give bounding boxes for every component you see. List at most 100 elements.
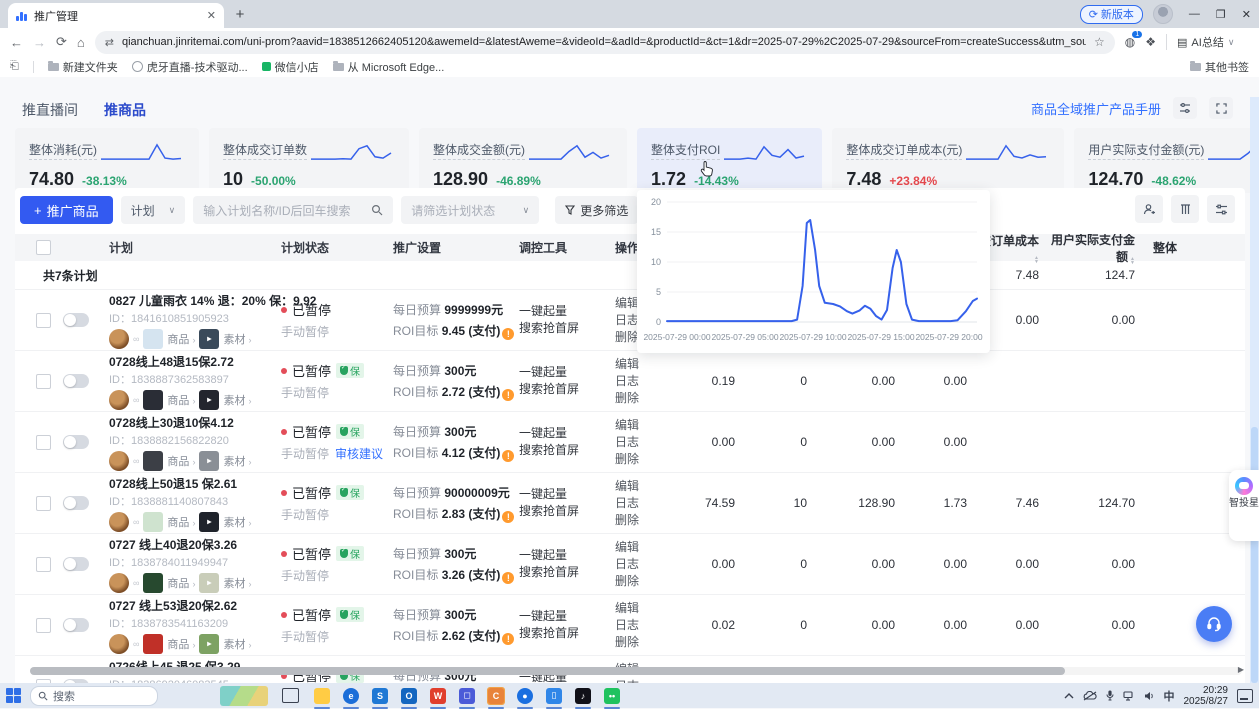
speaker-icon[interactable] (1144, 691, 1155, 701)
material-link[interactable]: 素材 › (223, 453, 251, 469)
plan-title[interactable]: 0728线上50退15 保2.61 (109, 475, 273, 492)
search-top-screen-link[interactable]: 搜索抢首屏 (519, 442, 607, 459)
bookmark-item[interactable]: 新建文件夹 (48, 59, 118, 75)
network-icon[interactable] (1123, 691, 1135, 701)
delete-link[interactable]: 删除 (615, 634, 657, 651)
new-version-badge[interactable]: ⟳新版本 (1080, 5, 1143, 24)
product-link[interactable]: 商品 › (167, 331, 195, 347)
fullscreen-icon[interactable] (1209, 97, 1233, 119)
row-checkbox[interactable] (36, 618, 51, 633)
task-view-icon[interactable] (282, 688, 299, 703)
extensions-puzzle-icon[interactable]: ❖ (1145, 35, 1156, 49)
app-mobile-icon[interactable]: ▯ (545, 687, 563, 705)
product-thumbnail[interactable] (143, 329, 163, 349)
plan-enable-toggle[interactable] (63, 374, 89, 388)
material-link[interactable]: 素材 › (223, 514, 251, 530)
plan-enable-toggle[interactable] (63, 618, 89, 632)
edit-link[interactable]: 编辑 (615, 478, 657, 495)
select-all-checkbox[interactable] (36, 240, 51, 255)
warning-icon[interactable]: ! (502, 511, 514, 523)
product-thumbnail[interactable] (143, 634, 163, 654)
log-link[interactable]: 日志 (615, 434, 657, 451)
settings-sliders-icon[interactable] (1173, 97, 1197, 119)
qianchuan-active-icon[interactable]: C (487, 687, 505, 705)
site-settings-icon[interactable]: ⇄ (105, 36, 114, 49)
material-thumbnail[interactable] (199, 390, 219, 410)
table-config-icon[interactable] (1207, 195, 1235, 223)
ai-summary-button[interactable]: ▤ AI总结 ∨ (1166, 34, 1234, 50)
url-field[interactable]: ⇄ qianchuan.jinritemai.com/uni-prom?aavi… (95, 31, 1115, 54)
other-bookmarks[interactable]: 其他书签 (1190, 59, 1249, 75)
product-link[interactable]: 商品 › (167, 392, 195, 408)
promotion-manual-link[interactable]: 商品全域推广产品手册 (1031, 99, 1161, 118)
wps-icon[interactable]: W (429, 687, 447, 705)
notification-center-icon[interactable] (1237, 689, 1253, 703)
tab-live-room[interactable]: 推直播间 (22, 100, 78, 120)
edit-link[interactable]: 编辑 (615, 356, 657, 373)
browser-tab[interactable]: 推广管理 ✕ (8, 3, 224, 28)
one-click-boost-link[interactable]: 一键起量 (519, 486, 607, 503)
row-checkbox[interactable] (36, 557, 51, 572)
log-link[interactable]: 日志 (615, 495, 657, 512)
material-thumbnail[interactable] (199, 512, 219, 532)
column-settings-icon[interactable] (1171, 195, 1199, 223)
file-explorer-icon[interactable] (313, 687, 331, 705)
onedrive-paused-icon[interactable] (1083, 691, 1097, 701)
plan-title[interactable]: 0728线上30退10保4.12 (109, 414, 273, 431)
row-checkbox[interactable] (36, 374, 51, 389)
one-click-boost-link[interactable]: 一键起量 (519, 303, 607, 320)
tab-close-icon[interactable]: ✕ (207, 9, 216, 22)
bookmark-item[interactable]: 微信小店 (262, 59, 319, 75)
plan-title[interactable]: 0727 线上40退20保3.26 (109, 536, 273, 553)
col-overall-truncated[interactable]: 整体 (1139, 239, 1245, 256)
one-click-boost-link[interactable]: 一键起量 (519, 425, 607, 442)
warning-icon[interactable]: ! (502, 450, 514, 462)
one-click-boost-link[interactable]: 一键起量 (519, 608, 607, 625)
stat-card[interactable]: 整体消耗(元) 74.80 -38.13% (15, 128, 199, 193)
vertical-scrollbar[interactable] (1250, 97, 1259, 683)
add-promotion-button[interactable]: + 推广商品 (20, 196, 113, 224)
product-link[interactable]: 商品 › (167, 575, 195, 591)
log-link[interactable]: 日志 (615, 373, 657, 390)
microsoft-store-icon[interactable]: S (371, 687, 389, 705)
douyin-icon[interactable]: ♪ (574, 687, 592, 705)
material-thumbnail[interactable] (199, 634, 219, 654)
plan-enable-toggle[interactable] (63, 557, 89, 571)
stat-card[interactable]: 整体成交订单数 10 -50.00% (209, 128, 409, 193)
stat-card[interactable]: 用户实际支付金额(元) 124.70 -48.62% (1074, 128, 1259, 193)
minimize-button[interactable]: — (1189, 8, 1200, 21)
horizontal-scrollbar[interactable]: ▶ (30, 667, 1242, 675)
plan-enable-toggle[interactable] (63, 313, 89, 327)
delete-link[interactable]: 删除 (615, 573, 657, 590)
delete-link[interactable]: 删除 (615, 512, 657, 529)
material-thumbnail[interactable] (199, 451, 219, 471)
new-tab-button[interactable]: + (228, 2, 252, 26)
v-scroll-thumb[interactable] (1251, 427, 1258, 683)
close-button[interactable]: ✕ (1242, 8, 1251, 21)
row-checkbox[interactable] (36, 496, 51, 511)
product-link[interactable]: 商品 › (167, 514, 195, 530)
plan-title[interactable]: 0727 线上53退20保2.62 (109, 597, 273, 614)
more-filters-button[interactable]: 更多筛选 (555, 196, 638, 224)
side-panel-icon[interactable]: ⎗ (10, 60, 19, 73)
col-status[interactable]: 计划状态 (277, 239, 389, 256)
edit-link[interactable]: 编辑 (615, 600, 657, 617)
search-top-screen-link[interactable]: 搜索抢首屏 (519, 320, 607, 337)
material-link[interactable]: 素材 › (223, 392, 251, 408)
back-icon[interactable]: ← (10, 35, 23, 50)
plan-status-select[interactable]: 请筛选计划状态∨ (401, 196, 539, 224)
product-link[interactable]: 商品 › (167, 636, 195, 652)
custom-audience-icon[interactable] (1135, 195, 1163, 223)
col-tools[interactable]: 调控工具 (515, 239, 611, 256)
forward-icon[interactable]: → (33, 35, 46, 50)
material-link[interactable]: 素材 › (223, 575, 251, 591)
material-link[interactable]: 素材 › (223, 636, 251, 652)
search-top-screen-link[interactable]: 搜索抢首屏 (519, 503, 607, 520)
stat-card[interactable]: 整体成交金额(元) 128.90 -46.89% (419, 128, 627, 193)
tab-products[interactable]: 推商品 (104, 100, 146, 120)
one-click-boost-link[interactable]: 一键起量 (519, 364, 607, 381)
plan-type-select[interactable]: 计划∨ (121, 196, 186, 224)
stat-card[interactable]: 整体成交订单成本(元) 7.48 +23.84% (832, 128, 1064, 193)
taskbar-search[interactable]: 搜索 (30, 686, 158, 706)
search-top-screen-link[interactable]: 搜索抢首屏 (519, 564, 607, 581)
